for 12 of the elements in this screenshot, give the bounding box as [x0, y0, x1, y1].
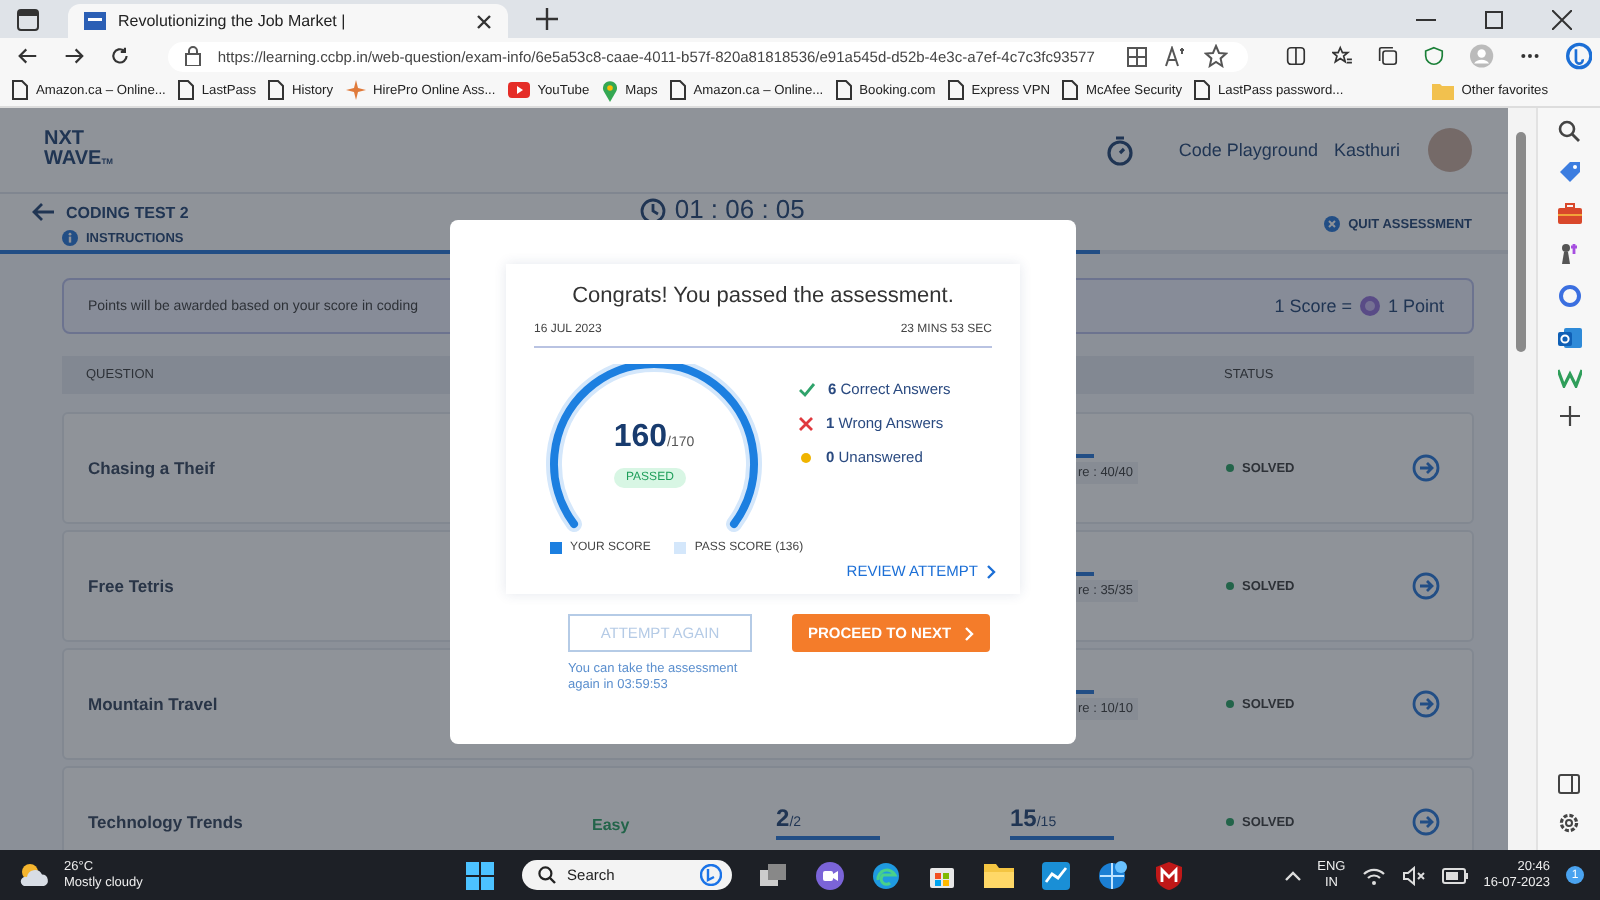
test-title: CODING TEST 2: [66, 203, 189, 221]
user-name: Kasthuri: [1333, 140, 1400, 160]
countdown-timer: 01 : 06 : 05: [674, 196, 805, 224]
question-name: Technology Trends: [88, 812, 245, 832]
score-label: 1 Score =: [1274, 296, 1352, 316]
question-name: Free Tetris: [88, 576, 176, 596]
question-name: Chasing a Theif: [88, 458, 217, 478]
point-label: 1 Point: [1387, 296, 1444, 316]
question-name: Mountain Travel: [88, 694, 220, 714]
difficulty-label: Easy: [592, 816, 630, 834]
dialog-title: Congrats! You passed the assessment.: [570, 284, 956, 308]
tab-title: Revolutionizing the Job Market |: [118, 12, 348, 30]
